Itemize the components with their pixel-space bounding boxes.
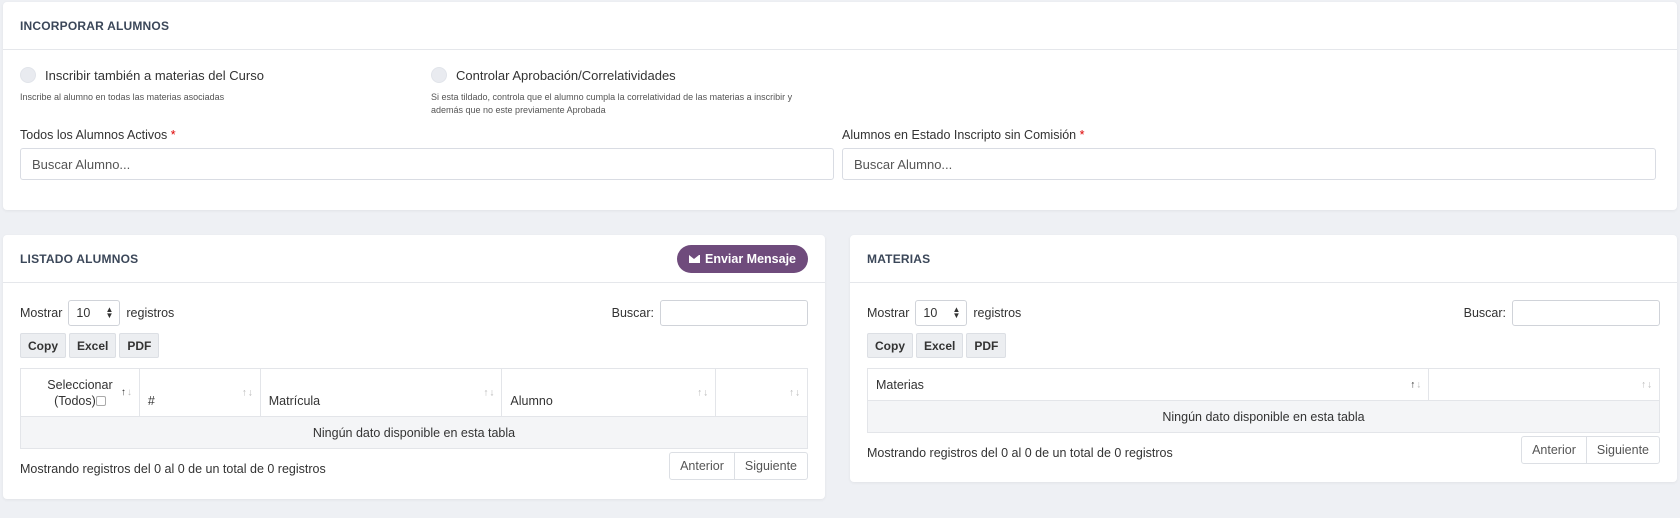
option-inscribir-materias: Inscribir también a materias del Curso I… bbox=[20, 67, 264, 104]
table-info: Mostrando registros del 0 al 0 de un tot… bbox=[867, 446, 1173, 460]
enviar-mensaje-button[interactable]: Enviar Mensaje bbox=[676, 244, 808, 273]
page-length-select[interactable]: 10 ▲ ▼ bbox=[68, 300, 121, 326]
todos-alumnos-label: Todos los Alumnos Activos * bbox=[20, 128, 176, 142]
table-search-input[interactable] bbox=[660, 300, 808, 326]
next-page-button[interactable]: Siguiente bbox=[1585, 437, 1659, 463]
page-length-select[interactable]: 10 ▲ ▼ bbox=[915, 300, 968, 326]
sort-icon: ↑↓ bbox=[697, 387, 710, 398]
help-line-1: Si esta tildado, controla que el alumno … bbox=[431, 92, 793, 102]
copy-button[interactable]: Copy bbox=[867, 333, 913, 358]
excel-button[interactable]: Excel bbox=[69, 333, 117, 358]
card-header: INCORPORAR ALUMNOS bbox=[3, 2, 1677, 50]
column-actions[interactable]: ↑↓ bbox=[715, 368, 808, 417]
excel-button[interactable]: Excel bbox=[916, 333, 964, 358]
option-controlar-correlatividades: Controlar Aprobación/Correlatividades Si… bbox=[431, 67, 792, 117]
updown-arrow-icon: ▲ ▼ bbox=[952, 305, 961, 320]
sort-icon: ↑↓ bbox=[120, 386, 133, 398]
table-search: Buscar: bbox=[1464, 300, 1660, 326]
card-title: MATERIAS bbox=[867, 251, 931, 266]
column-alumno[interactable]: Alumno ↑↓ bbox=[501, 368, 717, 417]
inscribir-materias-label: Inscribir también a materias del Curso bbox=[45, 67, 264, 83]
sort-icon: ↑↓ bbox=[241, 387, 254, 398]
card-title: INCORPORAR ALUMNOS bbox=[20, 18, 170, 33]
page-length-control: Mostrar 10 ▲ ▼ registros bbox=[20, 300, 174, 326]
column-seleccionar[interactable]: Seleccionar (Todos) ↑↓ bbox=[20, 368, 140, 417]
card-header: LISTADO ALUMNOS Enviar Mensaje bbox=[3, 235, 825, 283]
select-all-checkbox[interactable] bbox=[95, 395, 106, 406]
datatable-controls: Mostrar 10 ▲ ▼ registros Buscar: bbox=[867, 299, 1660, 327]
table-info: Mostrando registros del 0 al 0 de un tot… bbox=[20, 462, 326, 476]
table-search-input[interactable] bbox=[1512, 300, 1660, 326]
pdf-button[interactable]: PDF bbox=[119, 333, 160, 358]
export-buttons: Copy Excel PDF bbox=[867, 333, 1007, 358]
card-title: LISTADO ALUMNOS bbox=[20, 251, 139, 266]
empty-table-message: Ningún dato disponible en esta tabla bbox=[867, 400, 1660, 433]
incorporar-alumnos-card: INCORPORAR ALUMNOS Inscribir también a m… bbox=[3, 2, 1677, 210]
required-marker: * bbox=[170, 128, 176, 142]
column-actions[interactable]: ↑↓ bbox=[1428, 368, 1660, 401]
sort-icon: ↑↓ bbox=[789, 387, 801, 398]
pdf-button[interactable]: PDF bbox=[966, 333, 1007, 358]
pagination: Anterior Siguiente bbox=[669, 452, 808, 480]
column-matricula[interactable]: Matrícula ↑↓ bbox=[259, 368, 503, 417]
page-length-control: Mostrar 10 ▲ ▼ registros bbox=[867, 300, 1021, 326]
todos-alumnos-search-input[interactable]: Buscar Alumno... bbox=[20, 148, 834, 180]
envelope-icon bbox=[688, 254, 700, 263]
previous-page-button[interactable]: Anterior bbox=[1522, 437, 1586, 463]
column-number[interactable]: # ↑↓ bbox=[138, 368, 261, 417]
copy-button[interactable]: Copy bbox=[20, 333, 66, 358]
next-page-button[interactable]: Siguiente bbox=[733, 453, 807, 479]
listado-alumnos-card: LISTADO ALUMNOS Enviar Mensaje Mostrar 1… bbox=[3, 235, 825, 499]
updown-arrow-icon: ▲ ▼ bbox=[105, 305, 114, 320]
export-buttons: Copy Excel PDF bbox=[20, 333, 160, 358]
sort-icon: ↑↓ bbox=[1641, 379, 1653, 390]
alumnos-table: Seleccionar (Todos) ↑↓ # ↑↓ Matrícula ↑↓… bbox=[20, 368, 808, 449]
alumnos-inscriptos-label: Alumnos en Estado Inscripto sin Comisión… bbox=[842, 128, 1085, 142]
materias-card: MATERIAS Mostrar 10 ▲ ▼ registros Buscar:… bbox=[850, 235, 1677, 482]
controlar-correlatividades-label: Controlar Aprobación/Correlatividades bbox=[456, 67, 676, 83]
help-line-2: además que no este previamente Aprobada bbox=[431, 105, 606, 115]
controlar-correlatividades-help: Si esta tildado, controla que el alumno … bbox=[431, 91, 792, 117]
sort-icon: ↑↓ bbox=[1410, 379, 1423, 390]
inscribir-materias-checkbox[interactable] bbox=[20, 67, 36, 83]
previous-page-button[interactable]: Anterior bbox=[670, 453, 734, 479]
table-search: Buscar: bbox=[612, 300, 808, 326]
column-materias[interactable]: Materias ↑↓ bbox=[866, 368, 1430, 401]
materias-table: Materias ↑↓ ↑↓ Ningún dato disponible en… bbox=[866, 368, 1660, 433]
datatable-controls: Mostrar 10 ▲ ▼ registros Buscar: bbox=[20, 299, 808, 327]
required-marker: * bbox=[1079, 128, 1085, 142]
controlar-correlatividades-checkbox[interactable] bbox=[431, 67, 447, 83]
card-header: MATERIAS bbox=[850, 235, 1677, 283]
pagination: Anterior Siguiente bbox=[1521, 436, 1660, 464]
empty-table-message: Ningún dato disponible en esta tabla bbox=[20, 416, 808, 449]
sort-icon: ↑↓ bbox=[483, 387, 496, 398]
inscribir-materias-help: Inscribe al alumno en todas las materias… bbox=[20, 92, 225, 102]
alumnos-inscriptos-search-input[interactable]: Buscar Alumno... bbox=[842, 148, 1656, 180]
